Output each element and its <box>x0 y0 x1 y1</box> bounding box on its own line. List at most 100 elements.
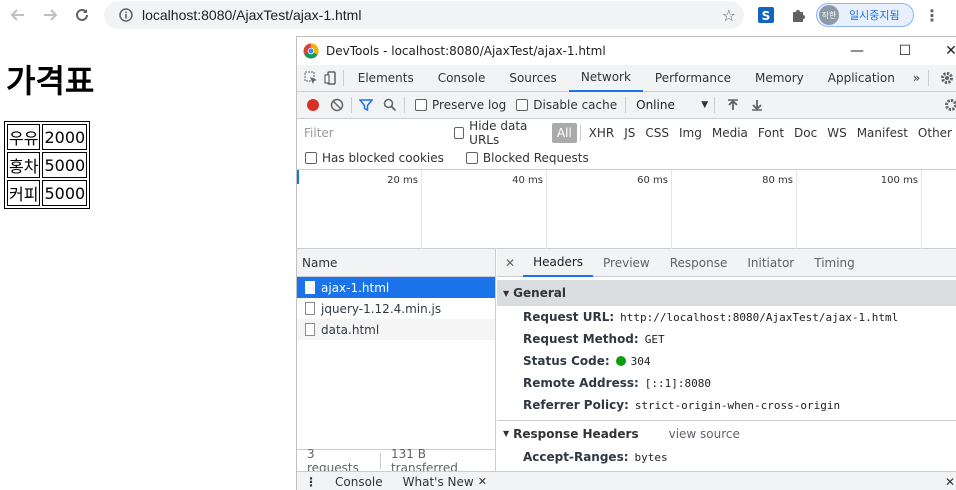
drawer-tab-label: What's New <box>402 474 474 489</box>
back-button[interactable] <box>4 0 32 30</box>
drawer-tab-whats-new[interactable]: What's New ✕ <box>393 475 497 489</box>
tab-console[interactable]: Console <box>426 65 498 92</box>
checkbox[interactable] <box>305 151 317 164</box>
price-table: 우유 2000 홍차 5000 커피 5000 <box>4 121 91 209</box>
response-headers-section-header[interactable]: ▼ Response Headers view source <box>497 420 956 446</box>
divider <box>714 97 716 113</box>
tab-response[interactable]: Response <box>660 249 738 277</box>
type-filter-js[interactable]: JS <box>619 123 640 143</box>
browser-menu-icon[interactable]: ⋮ <box>922 4 942 26</box>
general-section-header[interactable]: ▼ General <box>497 280 956 306</box>
export-har-icon[interactable] <box>745 93 769 117</box>
tab-initiator[interactable]: Initiator <box>737 249 804 277</box>
header-value: strict-origin-when-cross-origin <box>634 398 841 412</box>
avatar: 작한 <box>819 5 839 25</box>
checkbox[interactable] <box>516 99 529 111</box>
tab-timing[interactable]: Timing <box>804 249 865 277</box>
chrome-logo-icon <box>303 43 319 59</box>
close-detail-icon[interactable]: ✕ <box>497 249 523 277</box>
view-source-link[interactable]: view source <box>669 427 740 441</box>
extension-s-icon[interactable]: S <box>756 5 776 25</box>
document-icon <box>305 281 315 294</box>
tab-performance[interactable]: Performance <box>643 65 743 92</box>
network-settings-gear-icon[interactable] <box>939 93 956 117</box>
type-filter-css[interactable]: CSS <box>640 123 674 143</box>
type-filter-font[interactable]: Font <box>753 123 789 143</box>
clear-icon[interactable] <box>325 93 349 117</box>
tick-label: 20 ms <box>387 175 418 186</box>
search-icon[interactable] <box>378 93 402 117</box>
tab-memory[interactable]: Memory <box>743 65 816 92</box>
throttling-value: Online <box>636 98 675 112</box>
close-drawer-icon[interactable]: ✕ <box>945 475 955 489</box>
inspect-element-icon[interactable] <box>301 66 321 90</box>
tab-elements[interactable]: Elements <box>346 65 426 92</box>
type-filter-xhr[interactable]: XHR <box>584 123 620 143</box>
devtools-window: DevTools - localhost:8080/AjaxTest/ajax-… <box>296 36 956 490</box>
bookmark-star-icon[interactable]: ☆ <box>722 6 736 25</box>
forward-button[interactable] <box>36 0 64 30</box>
tab-sources[interactable]: Sources <box>497 65 568 92</box>
tab-preview[interactable]: Preview <box>593 249 660 277</box>
minimize-icon[interactable]: — <box>847 41 867 61</box>
preserve-log-checkbox[interactable]: Preserve log <box>415 98 506 112</box>
devtools-titlebar: DevTools - localhost:8080/AjaxTest/ajax-… <box>297 37 956 65</box>
throttling-select[interactable]: Online ▼ <box>636 98 708 112</box>
header-value: http://localhost:8080/AjaxTest/ajax-1.ht… <box>620 310 899 324</box>
address-bar[interactable]: localhost:8080/AjaxTest/ajax-1.html ☆ <box>104 1 744 29</box>
more-tabs-button[interactable]: » <box>907 65 926 92</box>
header-key: Request URL: <box>523 310 615 324</box>
maximize-icon[interactable]: ☐ <box>895 41 915 61</box>
type-filter-media[interactable]: Media <box>707 123 753 143</box>
hide-data-urls-label: Hide data URLs <box>469 118 528 147</box>
type-filter-ws[interactable]: WS <box>822 123 851 143</box>
blocked-requests-checkbox[interactable]: Blocked Requests <box>465 151 589 165</box>
timeline-gridline <box>796 170 797 249</box>
type-filter-img[interactable]: Img <box>674 123 707 143</box>
disable-cache-checkbox[interactable]: Disable cache <box>516 98 617 112</box>
timeline-gridline <box>671 170 672 249</box>
header-row: Status Code: 304 <box>497 350 956 372</box>
type-filter-other[interactable]: Other <box>913 123 956 143</box>
checkbox[interactable] <box>415 99 427 111</box>
drawer-tab-console[interactable]: Console <box>325 475 393 489</box>
page-content: 가격표 우유 2000 홍차 5000 커피 5000 <box>0 30 296 490</box>
tab-network[interactable]: Network <box>568 65 643 92</box>
request-row[interactable]: data.html <box>297 319 495 340</box>
tab-application[interactable]: Application <box>816 65 907 92</box>
has-blocked-cookies-label: Has blocked cookies <box>322 150 444 165</box>
filter-input[interactable]: Filter <box>301 123 440 143</box>
close-tab-icon[interactable]: ✕ <box>478 475 487 488</box>
header-value: 304 <box>630 354 651 368</box>
checkbox[interactable] <box>453 126 465 139</box>
request-row[interactable]: jquery-1.12.4.min.js <box>297 298 495 319</box>
page-title: 가격표 <box>6 62 95 100</box>
drawer-menu-icon[interactable]: ⋮ <box>297 475 325 489</box>
record-icon[interactable] <box>301 93 325 117</box>
type-filter-doc[interactable]: Doc <box>789 123 822 143</box>
tab-headers[interactable]: Headers <box>523 249 594 277</box>
timeline-gridline <box>421 170 422 249</box>
extensions-puzzle-icon[interactable] <box>788 5 808 25</box>
reload-button[interactable] <box>68 0 96 30</box>
has-blocked-cookies-checkbox[interactable]: Has blocked cookies <box>305 151 444 165</box>
import-har-icon[interactable] <box>721 93 745 117</box>
request-row[interactable]: ajax-1.html <box>297 277 495 298</box>
filter-funnel-icon[interactable] <box>354 93 378 117</box>
header-value: bytes <box>634 450 668 464</box>
hide-data-urls-checkbox[interactable]: Hide data URLs <box>453 118 546 147</box>
type-filter-manifest[interactable]: Manifest <box>852 123 913 143</box>
profile-chip[interactable]: 작한 일시중지됨 <box>816 3 914 27</box>
header-value: [::1]:8080 <box>644 376 712 390</box>
timeline-overview[interactable]: 20 ms 40 ms 60 ms 80 ms 100 ms <box>297 170 956 249</box>
name-column-header[interactable]: Name <box>297 249 495 277</box>
header-key: Request Method: <box>523 332 639 346</box>
info-icon[interactable] <box>114 8 138 22</box>
settings-gear-icon[interactable] <box>937 66 956 90</box>
type-filter-all[interactable]: All <box>551 122 577 143</box>
header-row: Remote Address: [::1]:8080 <box>497 372 956 394</box>
close-icon[interactable]: ✕ <box>941 41 956 61</box>
device-toolbar-icon[interactable] <box>321 66 341 90</box>
checkbox[interactable] <box>465 151 478 164</box>
header-row: Request URL: http://localhost:8080/AjaxT… <box>497 306 956 328</box>
